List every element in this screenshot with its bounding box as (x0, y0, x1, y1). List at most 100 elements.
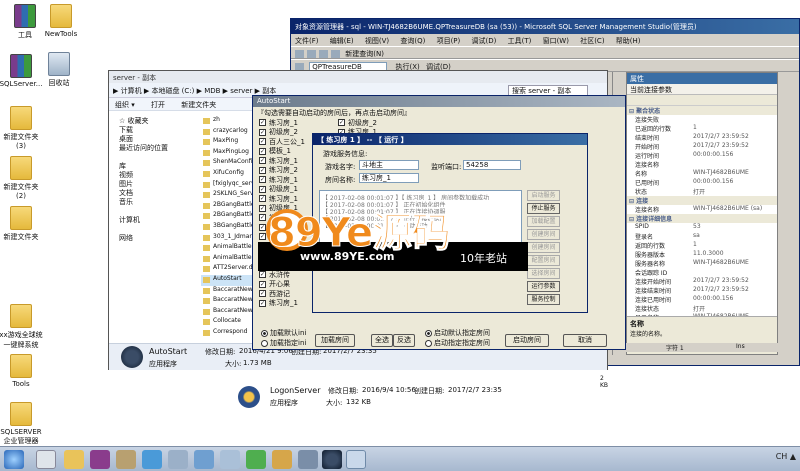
desktop-icon-new-folder-2[interactable]: 新建文件夹 (2) (0, 156, 44, 200)
nav-item[interactable]: ☆ 收藏夹 (109, 116, 199, 125)
desktop-icon-sqlserver-manager[interactable]: SQLSERVER企业管理器 (0, 402, 44, 446)
property-section[interactable]: ⊟ 聚合状态 (627, 106, 777, 115)
organize-button[interactable]: 组织 ▾ (115, 101, 135, 109)
run-dialog-title[interactable]: 【 练习房 1 】 -- 【 运行 】 (313, 134, 587, 145)
property-row[interactable]: 连接失败 (627, 115, 777, 124)
radio-start-default[interactable]: 启动默认指定房间 (425, 328, 490, 338)
port-field[interactable]: 54258 (463, 160, 521, 170)
property-row[interactable]: 连接结束时间 2017/2/7 23:59:52 (627, 286, 777, 295)
property-row[interactable]: 返回的行数 1 (627, 241, 777, 250)
cancel-button[interactable]: 取消 (563, 334, 607, 347)
input-language-indicator[interactable]: CH (776, 452, 788, 461)
taskbar-app-7[interactable] (194, 450, 214, 469)
nav-item[interactable]: 计算机 (109, 215, 199, 224)
service-button[interactable]: 启动服务 (527, 190, 560, 201)
radio-default-ini[interactable]: 加载默认ini (261, 328, 306, 338)
ssms-titlebar[interactable]: 对象资源管理器 - sql - WIN-TJ4682B6UME.QPTreasu… (291, 19, 799, 34)
menu-community[interactable]: 社区(C) (580, 37, 604, 45)
select-all-button[interactable]: 全选 (371, 334, 393, 347)
property-row[interactable]: 已用时间 00:00:00.156 (627, 178, 777, 187)
service-button[interactable]: 配置房间 (527, 255, 560, 266)
service-button[interactable]: 加载配置 (527, 216, 560, 227)
property-row[interactable]: 连接状态 打开 (627, 304, 777, 313)
taskbar-app-11[interactable] (298, 450, 318, 469)
menu-view[interactable]: 视图(V) (365, 37, 389, 45)
save-icon[interactable] (319, 50, 328, 58)
taskbar-winrar-icon[interactable] (90, 450, 110, 469)
property-row[interactable]: 连接开始时间 2017/2/7 23:59:52 (627, 277, 777, 286)
property-row[interactable]: 登录名 sa (627, 232, 777, 241)
taskbar-autostart-icon[interactable] (322, 450, 342, 469)
menu-edit[interactable]: 编辑(E) (330, 37, 354, 45)
desktop-icon-recycle-bin[interactable]: 回收站 (36, 52, 82, 88)
service-button[interactable]: 创建房间 (527, 242, 560, 253)
desktop-icon-new-folder-3[interactable]: 新建文件夹 (3) (0, 106, 44, 150)
properties-object-select[interactable]: 当前连接参数 (627, 84, 777, 95)
open-icon[interactable] (307, 50, 316, 58)
new-query-button[interactable]: 新建查询(N) (345, 50, 384, 58)
room-name-field[interactable]: 练习房_1 (359, 173, 419, 183)
game-name-field[interactable]: 斗地主 (359, 160, 419, 170)
taskbar-app-5[interactable] (142, 450, 162, 469)
menu-file[interactable]: 文件(F) (295, 37, 319, 45)
menu-project[interactable]: 项目(P) (437, 37, 461, 45)
property-row[interactable]: 服务器版本 11.0.3000 (627, 250, 777, 259)
property-row[interactable]: 状态 打开 (627, 187, 777, 196)
property-row[interactable]: 服务器名称 WIN-TJ4682B6UME (627, 259, 777, 268)
taskbar-app-1[interactable] (36, 450, 56, 469)
service-button[interactable]: 服务控制 (527, 294, 560, 305)
service-button[interactable]: 选择房间 (527, 268, 560, 279)
start-rooms-button[interactable]: 启动房间 (505, 334, 549, 347)
property-section[interactable]: ⊟ 连接详细信息 (627, 214, 777, 223)
menu-window[interactable]: 窗口(W) (543, 37, 569, 45)
taskbar-ssms-icon[interactable] (346, 450, 366, 469)
taskbar-app-6[interactable] (168, 450, 188, 469)
start-button[interactable] (4, 450, 24, 469)
explorer-title[interactable]: server - 副本 (109, 71, 607, 83)
property-row[interactable]: 会话跟踪 ID (627, 268, 777, 277)
invert-selection-button[interactable]: 反选 (393, 334, 415, 347)
desktop-icon-key-system[interactable]: xx游戏全球统一键牌系统 (0, 304, 44, 350)
nav-item[interactable]: 视频 (109, 170, 199, 179)
property-row[interactable]: 结束时间 2017/2/7 23:59:52 (627, 133, 777, 142)
property-row[interactable]: 已返回的行数 1 (627, 124, 777, 133)
property-row[interactable]: 开始时间 2017/2/7 23:59:52 (627, 142, 777, 151)
property-row[interactable]: 连接已用时间 00:00:00.156 (627, 295, 777, 304)
property-row[interactable]: 连接名称 WIN-TJ4682B6UME (sa) (627, 205, 777, 214)
taskbar-explorer-icon[interactable] (64, 450, 84, 469)
properties-title[interactable]: 属性 (627, 73, 777, 84)
menu-debug[interactable]: 调试(D) (472, 37, 497, 45)
property-row[interactable]: 运行时间 00:00:00.156 (627, 151, 777, 160)
load-rooms-button[interactable]: 加载房间 (315, 334, 355, 347)
property-section[interactable]: ⊟ 连接 (627, 196, 777, 205)
menu-query[interactable]: 查询(Q) (400, 37, 425, 45)
taskbar-app-4[interactable] (116, 450, 136, 469)
property-row[interactable]: 连接名称 (627, 160, 777, 169)
desktop-icon-new-folder[interactable]: 新建文件夹 (0, 206, 44, 242)
new-folder-button[interactable]: 新建文件夹 (181, 101, 216, 109)
nav-item[interactable]: 最近访问的位置 (109, 143, 199, 152)
taskbar-app-10[interactable] (272, 450, 292, 469)
desktop-icon-tools-folder[interactable]: Tools (0, 354, 44, 388)
radio-start-custom[interactable]: 启动指定指定房间 (425, 338, 490, 348)
property-row[interactable]: 名称 WIN-TJ4682B6UME (627, 169, 777, 178)
room-checkbox[interactable]: ✓初级房_2 (338, 118, 398, 128)
nav-item[interactable]: 桌面 (109, 134, 199, 143)
tray-arrow-icon[interactable]: ▲ (790, 452, 796, 461)
autostart-title[interactable]: AutoStart (253, 96, 625, 107)
room-checkbox[interactable]: ✓练习房_1 (259, 118, 335, 128)
menu-help[interactable]: 帮助(H) (616, 37, 641, 45)
new-file-icon[interactable] (295, 50, 304, 58)
save-all-icon[interactable] (331, 50, 340, 58)
menu-tools[interactable]: 工具(T) (508, 37, 532, 45)
nav-item[interactable]: 下载 (109, 125, 199, 134)
open-button[interactable]: 打开 (151, 101, 165, 109)
nav-item[interactable]: 文档 (109, 188, 199, 197)
nav-item[interactable]: 网络 (109, 233, 199, 242)
service-button[interactable]: 运行参数 (527, 281, 560, 292)
service-button[interactable]: 停止服务 (527, 203, 560, 214)
desktop-icon-newtools[interactable]: NewTools (38, 4, 84, 38)
service-button[interactable]: 创建房间 (527, 229, 560, 240)
radio-custom-ini[interactable]: 加载指定ini (261, 338, 306, 348)
nav-item[interactable]: 库 (109, 161, 199, 170)
